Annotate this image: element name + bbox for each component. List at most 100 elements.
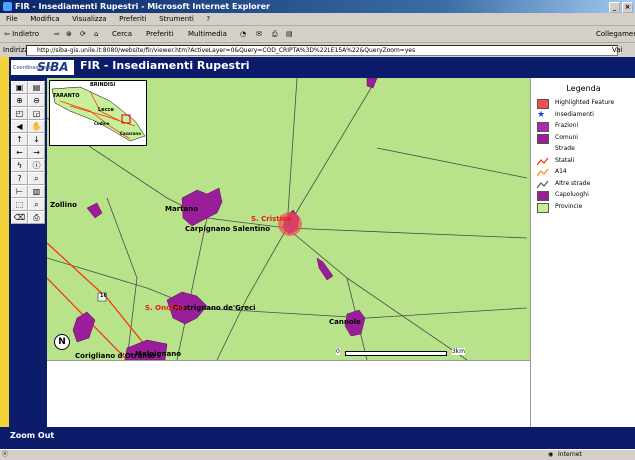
site-label-s-cristina[interactable]: S. Cristina — [251, 215, 292, 223]
scale-start: 0 — [336, 348, 340, 355]
road-number-label: 16 — [100, 293, 107, 299]
legend-item: Comuni — [537, 133, 635, 144]
legend-swatch: ★ — [537, 109, 546, 120]
identify-icon[interactable]: ⓘ — [28, 159, 45, 172]
zoom-last-icon[interactable]: ◀ — [11, 120, 28, 133]
legend-item: Capoluoghi — [537, 190, 635, 201]
overview-label-lecce: Lecce — [98, 107, 114, 113]
overview-label-casarano: Casarano — [120, 131, 141, 136]
clear-selection-icon[interactable]: ⌫ — [11, 211, 28, 224]
legend-item: Provincie — [537, 202, 635, 213]
legend-label: Provincie — [555, 202, 583, 210]
menu-strumenti[interactable]: Strumenti — [159, 15, 194, 23]
legend-swatch — [537, 145, 547, 153]
pan-south-icon[interactable]: ↓ — [28, 133, 45, 146]
legend-label: Insediamenti — [555, 110, 594, 118]
toggle-legend-icon[interactable]: ▤ — [28, 81, 45, 94]
legend-label: Highlighted Feature — [555, 99, 615, 106]
hyperlink-icon[interactable]: ϟ — [11, 159, 28, 172]
set-units-icon[interactable]: ▥ — [28, 185, 45, 198]
zoom-out-icon[interactable]: ⊖ — [28, 94, 45, 107]
measure-icon[interactable]: ⊢ — [11, 185, 28, 198]
refresh-icon[interactable]: ⟳ — [80, 26, 86, 42]
results-panel — [47, 360, 530, 428]
pan-east-icon[interactable]: → — [28, 146, 45, 159]
edit-icon[interactable]: ▤ — [286, 26, 293, 42]
legend-title: Legenda — [566, 84, 601, 93]
north-arrow-icon: N — [54, 334, 70, 350]
map-tools-panel: ▣ ▤ ⊕ ⊖ ◰ ◲ ◀ ✋ ↑ ↓ ← → ϟ ⓘ ? ⌕ ⊢ ▥ ⬚ ⌕ … — [9, 78, 47, 427]
zoom-in-icon[interactable]: ⊕ — [11, 94, 28, 107]
legend-panel: Legenda Highlighted Feature ★ Insediamenti… — [530, 78, 635, 427]
town-label-carpignano: Carpignano Salentino — [185, 225, 271, 233]
print-map-icon[interactable]: ⎙ — [28, 211, 45, 224]
minimize-button[interactable]: _ — [609, 2, 620, 13]
print-icon[interactable]: ⎙ — [272, 26, 278, 42]
zoom-active-icon[interactable]: ◲ — [28, 107, 45, 120]
legend-label: Strade — [555, 145, 575, 152]
forward-icon[interactable]: ⇨ — [54, 26, 60, 42]
links-label[interactable]: Collegamenti — [596, 26, 635, 42]
menu-modifica[interactable]: Modifica — [30, 15, 59, 23]
close-button[interactable]: × — [622, 2, 633, 13]
app-footer: Zoom Out — [0, 427, 635, 449]
left-border — [0, 57, 9, 437]
select-rectangle-icon[interactable]: ⬚ — [11, 198, 28, 211]
scale-bar: 0 3km — [336, 348, 465, 356]
overview-map[interactable]: BRINDISI TARANTO Lecce Codine Casarano — [49, 80, 147, 146]
legend-swatch — [537, 202, 549, 213]
menu-help[interactable]: ? — [206, 15, 210, 23]
mail-icon[interactable]: ✉ — [256, 26, 262, 42]
town-label-martano: Martano — [165, 205, 199, 213]
legend-swatch — [536, 168, 549, 177]
window-title-bar: FIR - Insediamenti Rupestri - Microsoft … — [0, 0, 635, 13]
logo-text: SIBA — [37, 60, 69, 74]
home-icon[interactable]: ⌂ — [94, 26, 98, 42]
legend-item: Frazioni — [537, 121, 635, 132]
overview-label-brindisi: BRINDISI — [90, 82, 116, 88]
favorites-button[interactable]: Preferiti — [146, 26, 173, 42]
pan-icon[interactable]: ✋ — [28, 120, 45, 133]
legend-item: Strade — [537, 144, 635, 154]
back-button[interactable]: ⇦ Indietro — [4, 26, 39, 42]
address-bar: Indirizzo http://siba-gis.unile.it:8080/… — [0, 43, 635, 57]
stop-icon[interactable]: ⊗ — [66, 26, 72, 42]
legend-item: ★ Insediamenti — [537, 110, 635, 120]
map-view[interactable]: BRINDISI TARANTO Lecce Codine Casarano M… — [47, 78, 530, 360]
legend-label: Comuni — [555, 133, 578, 141]
site-label-s-onofrio[interactable]: S. Onofrio — [145, 304, 185, 312]
legend-label: Capoluoghi — [555, 191, 589, 198]
legend-item: A14 — [536, 167, 635, 177]
legend-item: Statali — [536, 156, 635, 166]
search-button[interactable]: Cerca — [112, 26, 132, 42]
legend-item: Highlighted Feature — [537, 98, 635, 109]
ie-logo-icon — [3, 2, 12, 11]
town-label-castrignano: Castrignano de'Greci — [173, 304, 256, 312]
query-icon[interactable]: ? — [11, 172, 28, 185]
pan-north-icon[interactable]: ↑ — [11, 133, 28, 146]
app-header: Coordinamento SIBA FIR - Insediamenti Ru… — [9, 57, 635, 78]
menu-visualizza[interactable]: Visualizza — [72, 15, 106, 23]
pan-west-icon[interactable]: ← — [11, 146, 28, 159]
legend-swatch — [537, 133, 549, 144]
town-label-cannole: Cannole — [329, 318, 361, 326]
multimedia-button[interactable]: Multimedia — [188, 26, 227, 42]
window-title: FIR - Insediamenti Rupestri - Microsoft … — [15, 2, 270, 11]
menu-preferiti[interactable]: Preferiti — [119, 15, 146, 23]
toggle-overview-icon[interactable]: ▣ — [11, 81, 28, 94]
go-button[interactable]: Vai — [612, 43, 622, 57]
find-icon[interactable]: ⌕ — [28, 172, 45, 185]
full-extent-icon[interactable]: ◰ — [11, 107, 28, 120]
legend-label: Altre strade — [555, 179, 591, 187]
zoom-mode-status: Zoom Out — [10, 431, 55, 440]
overview-label-taranto: TARANTO — [53, 93, 80, 99]
address-input[interactable]: http://siba-gis.unile.it:8080/website/fi… — [26, 45, 618, 56]
app-title: FIR - Insediamenti Rupestri — [80, 59, 250, 72]
history-icon[interactable]: ◔ — [240, 26, 246, 42]
town-label-corigliano: Corigliano d'Otranto — [75, 352, 156, 360]
legend-swatch — [536, 180, 549, 188]
menu-file[interactable]: File — [6, 15, 18, 23]
browser-status-bar: ⓔ ◉ Internet — [0, 449, 635, 460]
select-line-icon[interactable]: ⌕ — [28, 198, 45, 211]
siba-logo: Coordinamento SIBA — [11, 60, 74, 75]
